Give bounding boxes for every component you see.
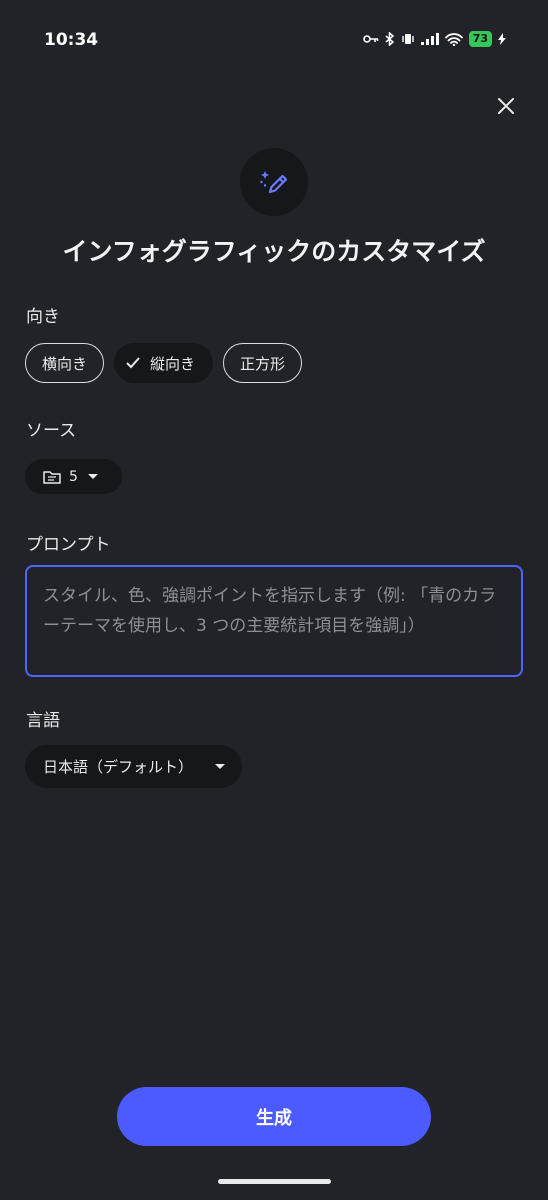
battery-level: 73	[468, 31, 492, 47]
magic-pen-badge	[240, 148, 308, 216]
check-icon	[126, 357, 140, 369]
source-selector[interactable]: 5	[25, 459, 122, 494]
signal-icon	[420, 33, 439, 45]
chip-portrait[interactable]: 縦向き	[114, 343, 214, 383]
vibrate-icon	[401, 34, 414, 44]
status-bar: 10:34 73	[0, 0, 548, 80]
dropdown-caret-icon	[215, 763, 226, 769]
folder-icon	[43, 470, 61, 484]
orientation-label: 向き	[26, 307, 60, 327]
prompt-field[interactable]	[25, 565, 523, 677]
magic-pen-icon	[260, 171, 288, 194]
close-button[interactable]	[494, 94, 518, 118]
generate-button-label: 生成	[256, 1107, 292, 1129]
chip-square-label: 正方形	[240, 354, 286, 373]
chip-portrait-label: 縦向き	[150, 354, 196, 373]
wifi-icon	[444, 32, 463, 46]
source-label: ソース	[26, 421, 77, 441]
charging-bolt-icon	[498, 33, 506, 45]
page-title: インフォグラフィックのカスタマイズ	[62, 237, 486, 266]
prompt-label: プロンプト	[26, 535, 111, 555]
close-icon	[498, 98, 514, 114]
chip-landscape[interactable]: 横向き	[25, 343, 105, 383]
language-value: 日本語（デフォルト）	[43, 758, 194, 776]
chip-landscape-label: 横向き	[42, 354, 88, 373]
language-selector[interactable]: 日本語（デフォルト）	[25, 745, 242, 788]
bluetooth-icon	[385, 32, 394, 46]
key-icon	[362, 35, 378, 43]
status-time: 10:34	[44, 30, 99, 50]
source-count: 5	[69, 468, 78, 485]
language-label: 言語	[26, 711, 60, 731]
status-icons: 73	[362, 31, 506, 47]
orientation-chips: 横向き 縦向き 正方形	[25, 343, 303, 383]
dropdown-caret-icon	[87, 473, 98, 479]
chip-square[interactable]: 正方形	[223, 343, 303, 383]
generate-button[interactable]: 生成	[117, 1087, 431, 1146]
prompt-input[interactable]	[43, 581, 505, 661]
home-indicator	[218, 1179, 331, 1184]
